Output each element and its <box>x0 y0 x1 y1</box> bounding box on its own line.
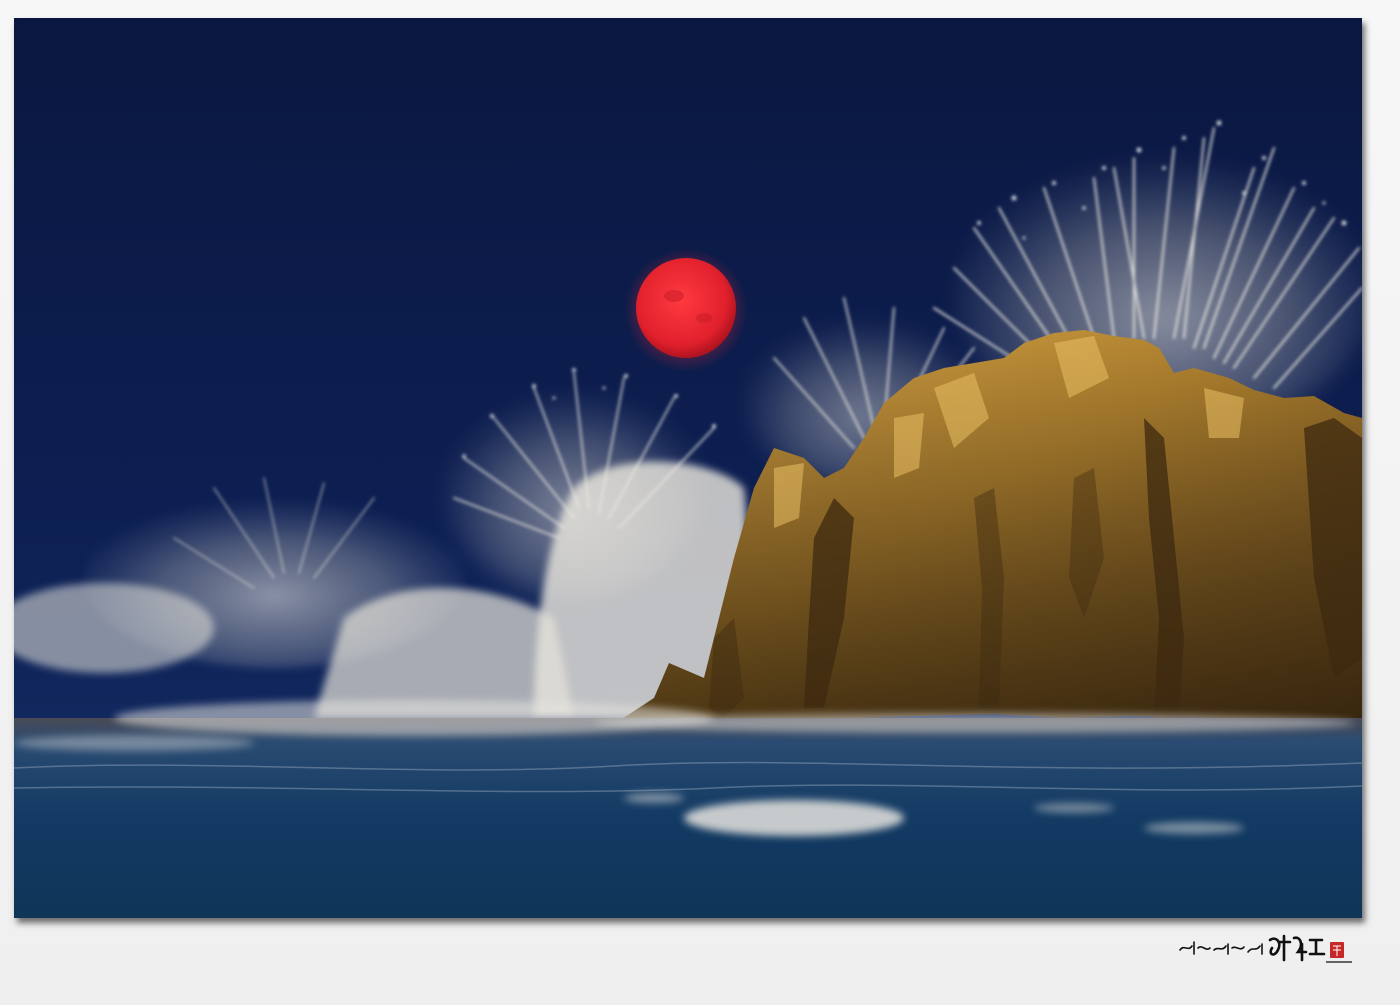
landscape-photo <box>14 18 1362 918</box>
signature-name <box>1268 934 1326 962</box>
seascape-illustration <box>14 18 1362 918</box>
artist-signature <box>1176 928 1356 968</box>
red-moon <box>636 258 736 358</box>
photo-frame <box>0 0 1400 1005</box>
signature-script <box>1179 941 1263 955</box>
